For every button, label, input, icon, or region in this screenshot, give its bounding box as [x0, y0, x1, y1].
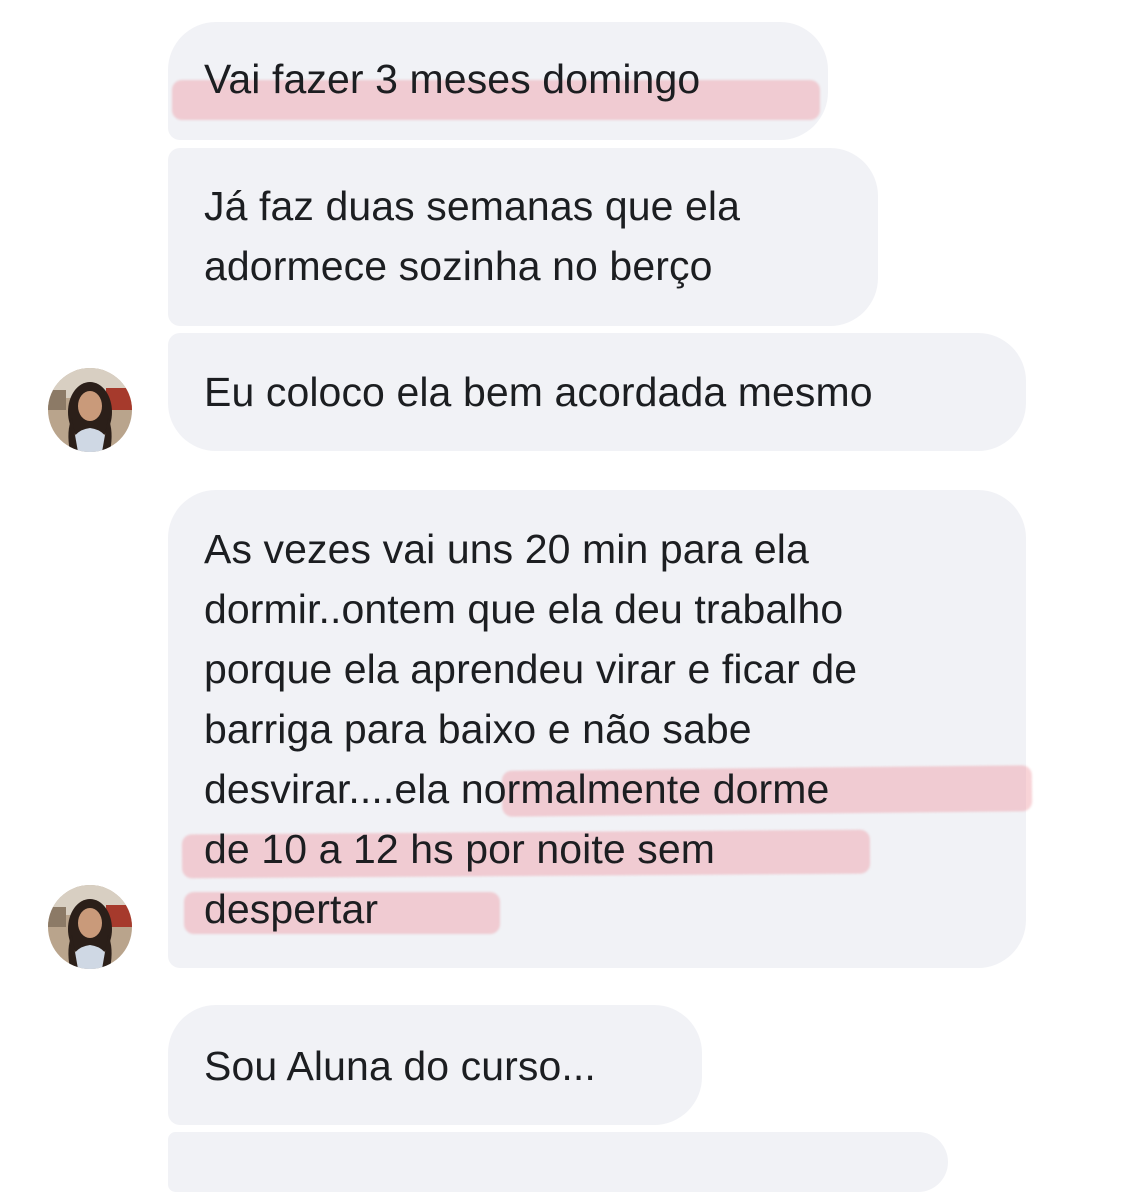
message-text: despertar	[204, 886, 379, 932]
message-bubble[interactable]: As vezes vai uns 20 min para ela dormir.…	[168, 490, 1033, 968]
message-text: Eu coloco ela bem acordada mesmo	[204, 369, 873, 415]
avatar-image	[48, 885, 132, 969]
message-text: dormir..ontem que ela deu trabalho	[204, 586, 844, 632]
message-bubble[interactable]: Sou Aluna do curso...	[168, 1005, 702, 1125]
message-bubble[interactable]: Já faz duas semanas que ela adormece soz…	[168, 148, 878, 326]
message-text: de 10 a 12 hs por noite sem	[204, 826, 715, 872]
sender-avatar[interactable]	[48, 368, 132, 452]
message-text: Sou Aluna do curso...	[204, 1043, 596, 1089]
message-text: Vai fazer 3 meses domingo	[204, 56, 701, 102]
message-text: porque ela aprendeu virar e ficar de	[204, 646, 858, 692]
message-bubble[interactable]	[168, 1132, 948, 1192]
sender-avatar[interactable]	[48, 885, 132, 969]
message-text: barriga para baixo e não sabe	[204, 706, 752, 752]
message-bubble[interactable]: Vai fazer 3 meses domingo	[168, 22, 828, 140]
message-bubble[interactable]: Eu coloco ela bem acordada mesmo	[168, 333, 1026, 451]
message-text: desvirar....ela normalmente dorme	[204, 766, 830, 812]
message-text: Já faz duas semanas que ela	[204, 183, 741, 229]
avatar-image	[48, 368, 132, 452]
message-text: adormece sozinha no berço	[204, 243, 713, 289]
message-text: As vezes vai uns 20 min para ela	[204, 526, 809, 572]
